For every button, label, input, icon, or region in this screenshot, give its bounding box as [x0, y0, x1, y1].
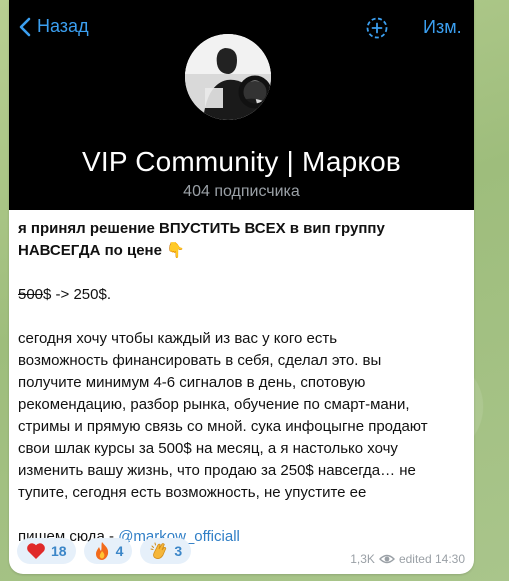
old-price: 500 — [18, 286, 44, 303]
post-paragraph-line: сегодня хочу чтобы каждый из вас у кого … — [18, 330, 338, 347]
view-count: 1,3K — [350, 552, 375, 566]
reaction-clap[interactable]: 3 — [140, 538, 192, 564]
post-meta: 1,3K edited 14:30 — [350, 552, 465, 566]
new-price: $ -> 250$. — [43, 286, 111, 303]
reaction-heart[interactable]: 18 — [17, 538, 76, 564]
post-paragraph-line: рекомендацию, разбор рынка, обучение по … — [18, 396, 410, 413]
channel-post-card: Назад Изм. VIP Community | Марков 404 по… — [9, 0, 474, 574]
channel-name: VIP Community | Марков — [81, 146, 402, 177]
edit-button[interactable]: Изм. — [423, 17, 462, 38]
reaction-count: 3 — [174, 543, 183, 559]
post-paragraph-line: стримы и прямую связь со мной. сука инфо… — [18, 418, 428, 435]
price-line: 500$ -> 250$. — [18, 284, 470, 306]
reactions-bar: 18 4 3 — [17, 538, 192, 564]
post-paragraph-line: получите минимум 4-6 сигналов в день, сп… — [18, 374, 366, 391]
add-member-button[interactable] — [365, 16, 389, 45]
post-paragraph-line: изменить вашу жизнь, что продаю за 250$ … — [18, 462, 416, 479]
back-button[interactable]: Назад — [19, 16, 89, 37]
subscriber-count: 404 подписчика — [183, 183, 300, 200]
reaction-count: 4 — [115, 543, 124, 559]
reaction-count: 18 — [51, 543, 67, 559]
back-label: Назад — [37, 16, 89, 36]
channel-header: Назад Изм. VIP Community | Марков 404 по… — [9, 0, 474, 210]
post-headline-1: я принял решение ВПУСТИТЬ ВСЕХ в вип гру… — [18, 220, 385, 237]
post-paragraph-line: тупите, сегодня есть возможность, не упу… — [18, 484, 367, 501]
channel-avatar[interactable] — [185, 34, 271, 120]
clap-icon — [150, 542, 167, 559]
heart-icon — [27, 543, 45, 559]
post-text: я принял решение ВПУСТИТЬ ВСЕХ в вип гру… — [18, 218, 470, 548]
add-circle-icon — [366, 17, 388, 39]
avatar-photo-icon — [185, 34, 271, 120]
eye-icon — [378, 554, 395, 564]
reaction-fire[interactable]: 4 — [83, 538, 133, 564]
post-paragraph-line: возможность финансировать в себя, сделал… — [18, 352, 382, 369]
fire-icon — [95, 542, 108, 560]
edited-time: edited 14:30 — [398, 552, 465, 566]
post-paragraph-line: свои шлак курсы за 500$ на месяц, а я на… — [18, 440, 398, 457]
chevron-left-icon — [19, 17, 31, 36]
post-headline-2: НАВСЕГДА по цене 👇 — [18, 242, 185, 259]
